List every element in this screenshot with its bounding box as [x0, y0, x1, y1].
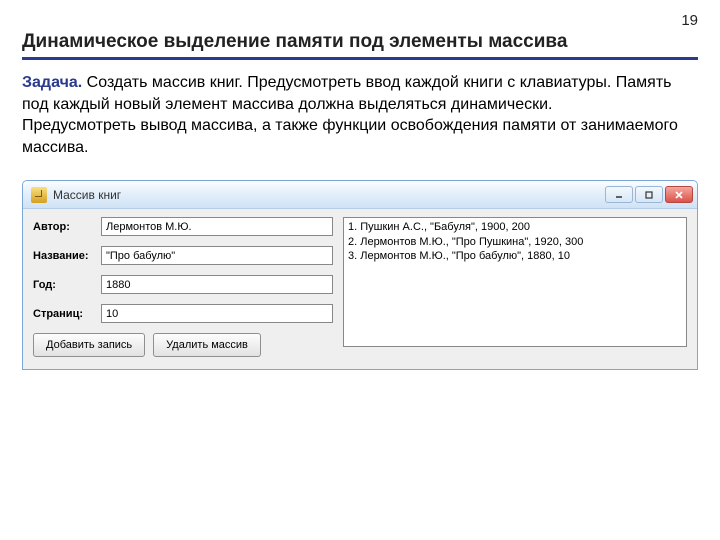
title-input[interactable] — [101, 246, 333, 265]
window-controls — [605, 186, 693, 203]
task-text-1: Создать массив книг. Предусмотреть ввод … — [22, 74, 672, 113]
maximize-icon — [644, 190, 654, 200]
page-title: Динамическое выделение памяти под элемен… — [22, 31, 698, 60]
task-label: Задача. — [22, 74, 82, 91]
list-item: 3. Лермонтов М.Ю., "Про бабулю", 1880, 1… — [348, 249, 682, 263]
add-record-button[interactable]: Добавить запись — [33, 333, 145, 357]
close-button[interactable] — [665, 186, 693, 203]
task-paragraph: Задача. Создать массив книг. Предусмотре… — [22, 72, 698, 158]
titlebar: Массив книг — [23, 181, 697, 209]
client-area: Автор: Название: Год: Страниц: Добавить … — [23, 209, 697, 369]
author-label: Автор: — [33, 221, 101, 233]
form-panel: Автор: Название: Год: Страниц: Добавить … — [33, 217, 333, 357]
task-text-2: Предусмотреть вывод массива, а также фун… — [22, 117, 678, 156]
delete-array-button[interactable]: Удалить массив — [153, 333, 261, 357]
minimize-icon — [614, 190, 624, 200]
list-item: 1. Пушкин А.С., "Бабуля", 1900, 200 — [348, 220, 682, 234]
minimize-button[interactable] — [605, 186, 633, 203]
list-item: 2. Лермонтов М.Ю., "Про Пушкина", 1920, … — [348, 235, 682, 249]
close-icon — [674, 190, 684, 200]
year-label: Год: — [33, 279, 101, 291]
pages-input[interactable] — [101, 304, 333, 323]
pages-label: Страниц: — [33, 308, 101, 320]
maximize-button[interactable] — [635, 186, 663, 203]
year-input[interactable] — [101, 275, 333, 294]
app-window: Массив книг Автор: Название: Год — [22, 180, 698, 370]
page-number: 19 — [22, 12, 698, 29]
author-input[interactable] — [101, 217, 333, 236]
records-listbox[interactable]: 1. Пушкин А.С., "Бабуля", 1900, 200 2. Л… — [343, 217, 687, 347]
window-title: Массив книг — [53, 188, 605, 202]
title-label: Название: — [33, 250, 101, 262]
app-icon — [31, 187, 47, 203]
